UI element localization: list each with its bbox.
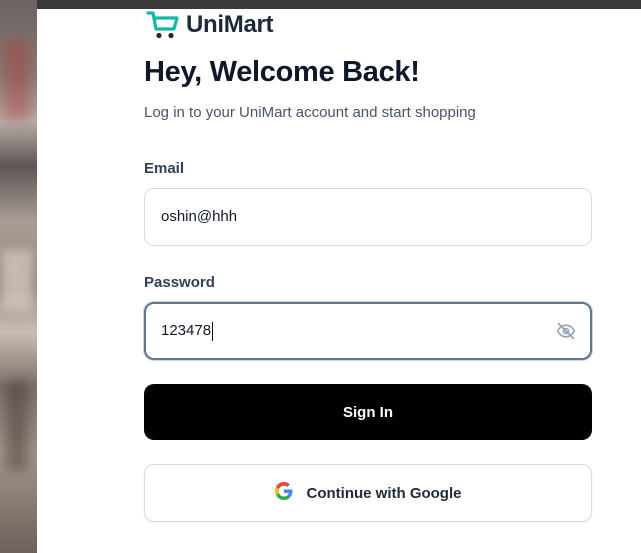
eye-off-icon[interactable] [556,321,576,341]
google-label: Continue with Google [306,484,462,502]
password-field[interactable]: 123478 [144,302,592,360]
brand-name: UniMart [186,11,274,38]
email-label: Email [144,160,185,177]
background-image-panel [0,0,37,553]
shopping-cart-icon [146,9,182,41]
brand-logo[interactable]: UniMart [146,9,274,41]
page-subtitle: Log in to your UniMart account and start… [144,104,476,121]
password-value: 123478 [161,322,212,339]
email-value: oshin@hhh [161,208,238,225]
page-title: Hey, Welcome Back! [144,56,420,88]
password-label: Password [144,274,215,291]
window-top-bar [0,0,641,9]
text-caret [212,321,214,341]
sign-in-label: Sign In [343,403,393,421]
sign-in-button[interactable]: Sign In [144,384,592,440]
continue-with-google-button[interactable]: Continue with Google [144,464,592,522]
email-field[interactable]: oshin@hhh [144,188,592,246]
google-icon [274,482,307,504]
